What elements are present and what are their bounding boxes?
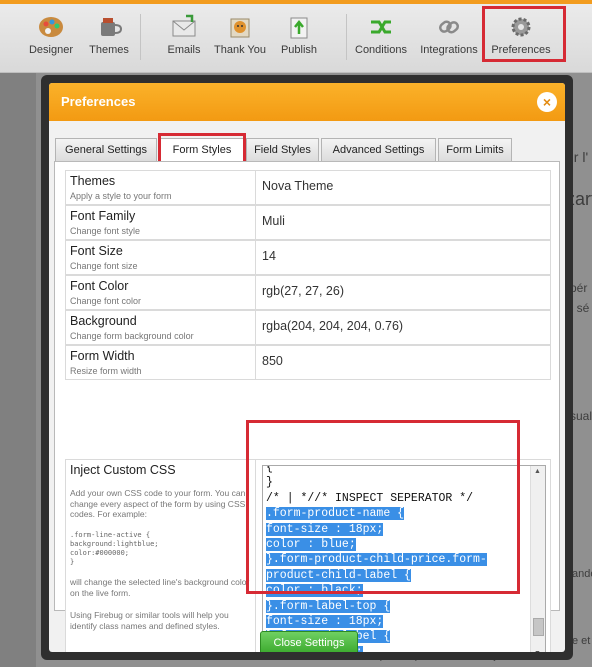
custom-css-label-cell: Inject Custom CSS Add your own CSS code … xyxy=(66,460,256,652)
setting-subtitle: Change font style xyxy=(70,226,141,236)
setting-row-themes[interactable]: Themes Apply a style to your form Nova The… xyxy=(65,170,551,205)
toolbar-designer-button[interactable]: Designer xyxy=(22,14,80,56)
setting-label-cell: Form Width Resize form width xyxy=(66,346,256,379)
css-code-line: font-size : 18px; xyxy=(266,614,384,629)
setting-value[interactable]: Nova Theme xyxy=(262,179,333,193)
scroll-down-arrow-icon[interactable]: ▼ xyxy=(534,650,541,652)
css-example-line: color:#000000; xyxy=(70,549,130,557)
scroll-up-arrow-icon[interactable]: ▲ xyxy=(534,468,541,475)
coffee-cup-icon xyxy=(95,14,123,40)
background-sidebar xyxy=(0,73,36,667)
setting-row-font-size[interactable]: Font Size Change font size 14 xyxy=(65,240,551,275)
tab-form-limits[interactable]: Form Limits xyxy=(438,138,512,161)
publish-icon xyxy=(285,14,313,40)
background-text: e et xyxy=(572,635,591,647)
close-settings-button[interactable]: Close Settings xyxy=(260,631,358,652)
toolbar-separator xyxy=(140,14,141,60)
toolbar-publish-button[interactable]: Publish xyxy=(279,14,319,56)
toolbar-label: Integrations xyxy=(420,44,478,56)
setting-row-font-family[interactable]: Font Family Change font style Muli xyxy=(65,205,551,240)
setting-subtitle: Resize form width xyxy=(70,366,142,376)
background-text: ande xyxy=(572,568,592,580)
top-toolbar: Designer Themes Emails Thank You Publish Cond… xyxy=(0,0,592,73)
setting-value[interactable]: Muli xyxy=(262,214,285,228)
tab-general-settings[interactable]: General Settings xyxy=(55,138,157,161)
dialog-header: Preferences × xyxy=(49,83,565,121)
setting-title: Font Family xyxy=(70,209,136,223)
selected-css-text: font-size : 18px; xyxy=(266,615,384,628)
custom-css-title: Inject Custom CSS xyxy=(70,463,176,477)
css-code-line: }.form-label-top { xyxy=(266,599,391,614)
setting-subtitle: Change font color xyxy=(70,296,142,306)
setting-row-form-width[interactable]: Form Width Resize form width 850 xyxy=(65,345,551,380)
css-example-code: .form-line-active { background:lightblue… xyxy=(70,531,159,567)
setting-row-font-color[interactable]: Font Color Change font color rgb(27, 27, 2… xyxy=(65,275,551,310)
tab-field-styles[interactable]: Field Styles xyxy=(246,138,319,161)
scroll-thumb[interactable] xyxy=(533,618,544,636)
setting-label-cell: Themes Apply a style to your form xyxy=(66,171,256,204)
setting-value[interactable]: 850 xyxy=(262,354,283,368)
custom-css-help-text: Using Firebug or similar tools will help… xyxy=(70,610,229,631)
setting-title: Themes xyxy=(70,174,116,188)
setting-title: Form Width xyxy=(70,349,135,363)
setting-row-background[interactable]: Background Change form background color rg… xyxy=(65,310,551,345)
setting-value[interactable]: rgba(204, 204, 204, 0.76) xyxy=(262,319,403,333)
setting-label-cell: Font Size Change font size xyxy=(66,241,256,274)
setting-label-cell: Font Color Change font color xyxy=(66,276,256,309)
close-icon[interactable]: × xyxy=(537,92,557,112)
editor-scrollbar[interactable]: ▲ ▼ xyxy=(530,466,545,652)
toolbar-label: Emails xyxy=(167,44,201,56)
chain-link-icon xyxy=(435,14,463,40)
setting-subtitle: Change form background color xyxy=(70,331,194,341)
toolbar-label: Conditions xyxy=(355,44,407,56)
custom-css-help-text: will change the selected line's backgrou… xyxy=(70,577,250,598)
thank-you-icon xyxy=(226,14,254,40)
dialog-title: Preferences xyxy=(61,94,136,109)
setting-title: Font Color xyxy=(70,279,129,293)
toolbar-thank-you-button[interactable]: Thank You xyxy=(210,14,270,56)
envelope-icon xyxy=(170,14,198,40)
toolbar-themes-button[interactable]: Themes xyxy=(84,14,134,56)
toolbar-integrations-button[interactable]: Integrations xyxy=(417,14,481,56)
palette-icon xyxy=(37,14,65,40)
toolbar-conditions-button[interactable]: Conditions xyxy=(351,14,411,56)
background-text: suali xyxy=(570,409,592,423)
setting-value[interactable]: 14 xyxy=(262,249,276,263)
toolbar-label: Thank You xyxy=(214,44,266,56)
toolbar-label: Designer xyxy=(28,44,74,56)
toolbar-emails-button[interactable]: Emails xyxy=(162,14,206,56)
preferences-dialog-body: Preferences × General Settings Form Styl… xyxy=(49,83,565,652)
shuffle-icon xyxy=(367,14,395,40)
css-example-line: background:lightblue; xyxy=(70,540,159,548)
setting-title: Font Size xyxy=(70,244,123,258)
preferences-dialog: Preferences × General Settings Form Styl… xyxy=(41,75,573,660)
toolbar-label: Publish xyxy=(280,44,318,56)
brand-strip xyxy=(0,0,592,4)
css-selection-highlight-box xyxy=(246,420,520,594)
tab-advanced-settings[interactable]: Advanced Settings xyxy=(321,138,436,161)
setting-subtitle: Apply a style to your form xyxy=(70,191,172,201)
preferences-highlight-box xyxy=(482,6,566,62)
toolbar-label: Themes xyxy=(89,44,129,56)
custom-css-help-text: Add your own CSS code to your form. You … xyxy=(70,488,246,519)
toolbar-separator xyxy=(346,14,347,60)
css-example-line: } xyxy=(70,558,75,566)
setting-label-cell: Font Family Change font style xyxy=(66,206,256,239)
setting-label-cell: Background Change form background color xyxy=(66,311,256,344)
selected-css-text: }.form-label-top { xyxy=(266,599,391,613)
setting-subtitle: Change font size xyxy=(70,261,138,271)
setting-value[interactable]: rgb(27, 27, 26) xyxy=(262,284,344,298)
css-example-line: .form-line-active { xyxy=(70,531,151,539)
setting-title: Background xyxy=(70,314,137,328)
